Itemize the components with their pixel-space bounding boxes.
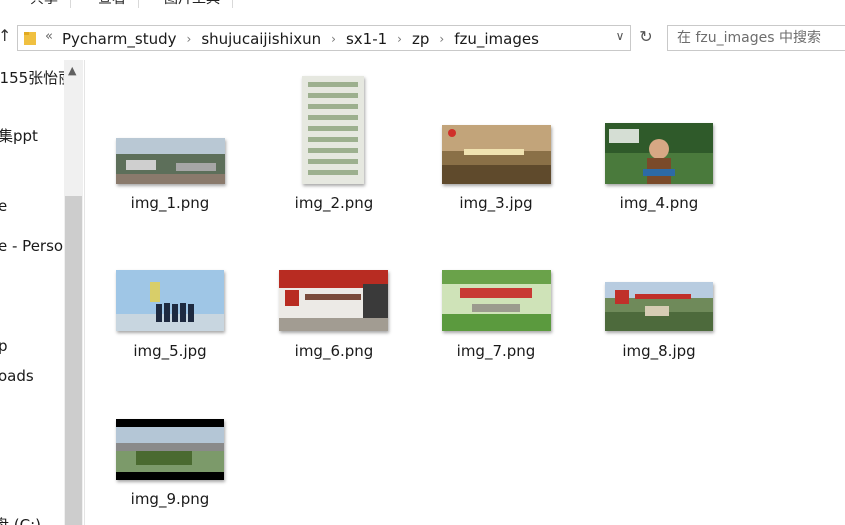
- file-name: img_6.png: [294, 342, 374, 360]
- crumb-separator[interactable]: ›: [331, 32, 336, 46]
- address-bar[interactable]: « Pycharm_study › shujucaijishixun › sx1…: [17, 25, 631, 51]
- nav-item-c-drive[interactable]: 盘 (C:): [0, 515, 41, 525]
- crumb-separator[interactable]: ›: [439, 32, 444, 46]
- file-item[interactable]: img_8.jpg: [589, 220, 729, 370]
- tab-picture-tools[interactable]: 图片工具: [152, 0, 233, 8]
- nav-scrollbar[interactable]: ▲: [64, 60, 83, 525]
- crumb-separator[interactable]: ›: [397, 32, 402, 46]
- ribbon: 共享 查看 图片工具: [0, 0, 845, 14]
- nav-item[interactable]: oads: [0, 366, 34, 386]
- nav-item[interactable]: 集ppt: [0, 126, 38, 146]
- crumb-separator[interactable]: ›: [187, 32, 192, 46]
- file-item[interactable]: img_3.jpg: [426, 70, 566, 220]
- nav-item[interactable]: 2155张怡丽: [0, 68, 64, 88]
- nav-item[interactable]: e - Personal: [0, 236, 64, 256]
- scroll-up-icon[interactable]: ▲: [68, 64, 76, 77]
- file-name: img_5.jpg: [133, 342, 207, 360]
- chevron-down-icon[interactable]: ∨: [612, 29, 628, 47]
- crumb-shujucaijishixun[interactable]: shujucaijishixun: [201, 30, 321, 48]
- thumbnail: [116, 270, 224, 331]
- file-item[interactable]: img_4.png: [589, 70, 729, 220]
- file-name: img_4.png: [619, 194, 699, 212]
- file-item[interactable]: img_6.png: [264, 220, 404, 370]
- folder-icon: [24, 32, 36, 45]
- thumbnail: [442, 270, 551, 331]
- search-input[interactable]: 在 fzu_images 中搜索: [667, 25, 845, 51]
- file-item[interactable]: img_9.png: [100, 370, 240, 520]
- up-arrow-icon[interactable]: ↑: [0, 26, 12, 48]
- thumbnail: [279, 270, 388, 331]
- file-item[interactable]: img_5.jpg: [100, 220, 240, 370]
- file-name: img_2.png: [294, 194, 374, 212]
- navigation-pane: 2155张怡丽 集ppt e e - Personal t p oads 盘 (…: [0, 60, 64, 525]
- thumbnail: [605, 123, 713, 184]
- refresh-icon[interactable]: ↻: [634, 27, 658, 49]
- file-name: img_7.png: [456, 342, 536, 360]
- crumb-fzu-images[interactable]: fzu_images: [454, 30, 539, 48]
- crumb-pycharm-study[interactable]: Pycharm_study: [62, 30, 177, 48]
- file-name: img_8.jpg: [622, 342, 696, 360]
- breadcrumb: Pycharm_study › shujucaijishixun › sx1-1…: [62, 29, 539, 49]
- crumb-zp[interactable]: zp: [412, 30, 429, 48]
- address-row: ↑ « Pycharm_study › shujucaijishixun › s…: [0, 22, 845, 54]
- tab-share[interactable]: 共享: [18, 0, 71, 8]
- file-item[interactable]: img_7.png: [426, 220, 566, 370]
- thumbnail: [116, 419, 224, 480]
- thumbnail: [116, 138, 225, 184]
- crumb-sx1-1[interactable]: sx1-1: [346, 30, 387, 48]
- pane-divider[interactable]: [84, 60, 85, 525]
- nav-item[interactable]: p: [0, 336, 8, 356]
- thumbnail: [302, 76, 364, 184]
- tab-view[interactable]: 查看: [86, 0, 139, 8]
- overflow-chevron-icon[interactable]: «: [45, 29, 53, 44]
- thumbnail: [605, 282, 713, 331]
- file-name: img_1.png: [130, 194, 210, 212]
- thumbnail: [442, 125, 551, 184]
- file-item[interactable]: img_1.png: [100, 70, 240, 220]
- scrollbar-thumb[interactable]: [65, 196, 82, 525]
- file-item[interactable]: img_2.png: [264, 70, 404, 220]
- nav-item[interactable]: e: [0, 196, 7, 216]
- file-name: img_3.jpg: [459, 194, 533, 212]
- file-name: img_9.png: [130, 490, 210, 508]
